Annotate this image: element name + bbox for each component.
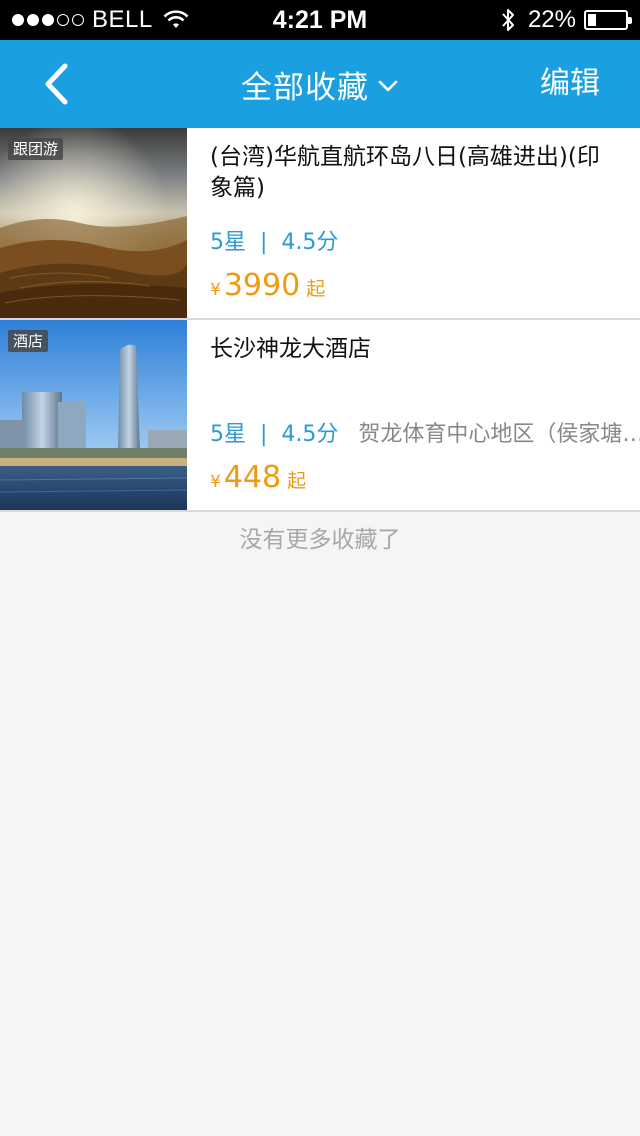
battery-percent: 22% (527, 6, 576, 33)
edit-button[interactable]: 编辑 (540, 40, 600, 128)
nav-title: 全部收藏 (241, 69, 369, 106)
price-value: 448 (223, 460, 282, 495)
score: 4.5分 (281, 422, 339, 447)
battery-icon (584, 10, 632, 30)
item-title: (台湾)华航直航环岛八日(高雄进出)(印象篇) (210, 144, 600, 201)
status-bar: BELL 4:21 PM 22% (0, 0, 640, 40)
hotel-thumbnail: 酒店 (0, 320, 187, 510)
price-suffix: 起 (306, 278, 326, 300)
currency-symbol: ¥ (210, 280, 221, 300)
nav-bar: 全部收藏 编辑 (0, 40, 640, 128)
battery-tip (628, 17, 632, 24)
item-title: 长沙神龙大酒店 (210, 336, 371, 362)
rating-separator: | (260, 422, 268, 447)
item-info: 长沙神龙大酒店 5星 | 4.5分 贺龙体育中心地区（侯家塘… ¥448 起 (210, 320, 640, 510)
score: 4.5分 (281, 230, 339, 255)
item-rating: 5星 | 4.5分 贺龙体育中心地区（侯家塘… (210, 416, 640, 448)
price-value: 3990 (223, 268, 301, 303)
category-tag: 跟团游 (8, 138, 64, 160)
no-more-favorites-text: 没有更多收藏了 (0, 512, 640, 570)
item-rating: 5星 | 4.5分 (210, 224, 338, 256)
item-location: 贺龙体育中心地区（侯家塘… (358, 422, 640, 447)
chevron-down-icon (378, 80, 398, 92)
star-level: 5星 (210, 230, 246, 255)
battery-fill (588, 14, 596, 26)
rating-separator: | (260, 230, 268, 255)
item-price: ¥3990 起 (210, 268, 325, 303)
star-level: 5星 (210, 422, 246, 447)
favorites-list: 跟团游 (台湾)华航直航环岛八日(高雄进出)(印象篇) 5星 | 4.5分 ¥399… (0, 128, 640, 512)
bluetooth-icon (502, 9, 514, 31)
tour-thumbnail: 跟团游 (0, 128, 187, 318)
item-price: ¥448 起 (210, 460, 306, 495)
currency-symbol: ¥ (210, 472, 221, 492)
status-right: 22% (500, 0, 632, 40)
category-tag: 酒店 (8, 330, 49, 352)
favorite-item-hotel[interactable]: 酒店 长沙神龙大酒店 5星 | 4.5分 贺龙体育中心地区（侯家塘… ¥448 起 (0, 320, 640, 512)
item-info: (台湾)华航直航环岛八日(高雄进出)(印象篇) 5星 | 4.5分 ¥3990 起 (210, 128, 640, 318)
favorite-item-tour[interactable]: 跟团游 (台湾)华航直航环岛八日(高雄进出)(印象篇) 5星 | 4.5分 ¥399… (0, 128, 640, 320)
price-suffix: 起 (287, 470, 307, 492)
